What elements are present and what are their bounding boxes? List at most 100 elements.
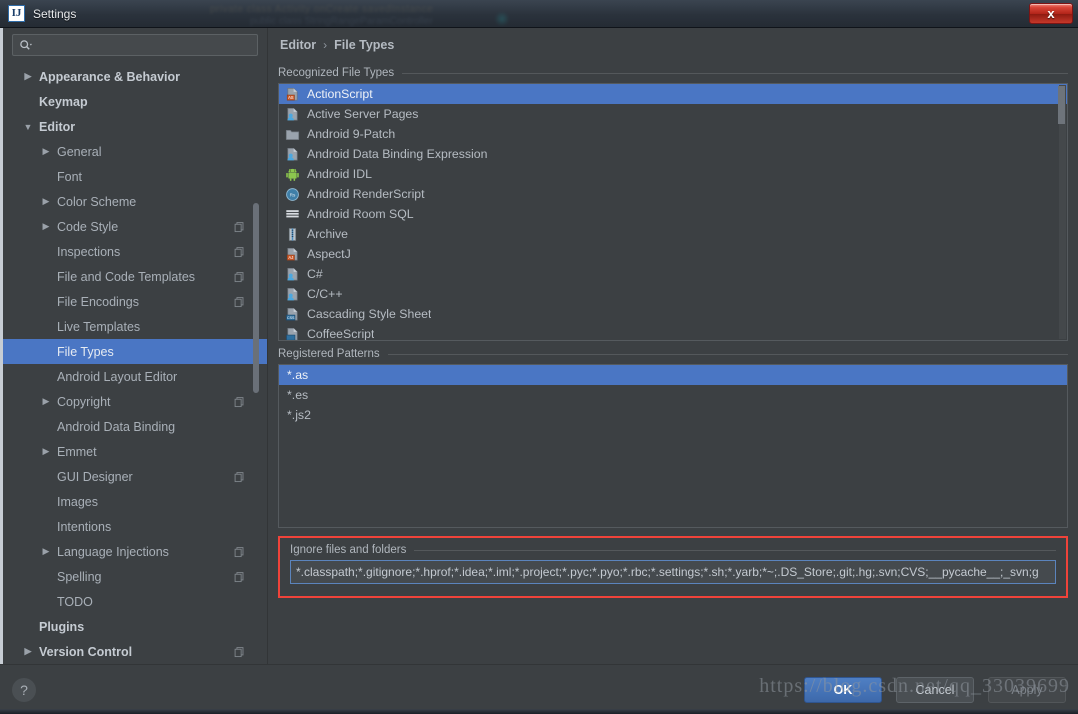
search-input[interactable] xyxy=(12,34,258,56)
project-scope-icon xyxy=(234,221,245,232)
breadcrumb-parent[interactable]: Editor xyxy=(280,38,316,52)
chevron-right-icon: ▶ xyxy=(21,71,35,82)
ignore-files-input[interactable]: *.classpath;*.gitignore;*.hprof;*.idea;*… xyxy=(290,560,1056,584)
file-type-row[interactable]: Archive xyxy=(279,224,1067,244)
recognized-file-types-title-row: Recognized File Types xyxy=(278,67,1068,79)
file-type-label: C# xyxy=(307,267,323,281)
chevron-down-icon: ▼ xyxy=(21,122,35,132)
close-icon[interactable]: x xyxy=(1029,3,1073,24)
file-type-row[interactable]: C# xyxy=(279,264,1067,284)
project-scope-icon xyxy=(234,271,245,282)
window-title: Settings xyxy=(33,7,76,21)
file-type-row[interactable]: Android IDL xyxy=(279,164,1067,184)
window-titlebar: IJ Settings x xyxy=(0,0,1078,28)
folder-icon xyxy=(285,127,300,142)
sidebar-item-android-data-binding[interactable]: Android Data Binding xyxy=(3,414,267,439)
generic-file-icon xyxy=(285,107,300,122)
android-robot-icon xyxy=(285,167,300,182)
file-type-label: Android Data Binding Expression xyxy=(307,147,487,161)
file-type-label: Active Server Pages xyxy=(307,107,418,121)
sidebar-item-label: Android Data Binding xyxy=(57,420,175,434)
file-type-row[interactable]: ASActionScript xyxy=(279,84,1067,104)
sidebar-item-intentions[interactable]: Intentions xyxy=(3,514,267,539)
sidebar-item-language-injections[interactable]: ▶Language Injections xyxy=(3,539,267,564)
sidebar-item-live-templates[interactable]: Live Templates xyxy=(3,314,267,339)
cancel-button[interactable]: Cancel xyxy=(896,677,974,703)
file-type-row[interactable]: C/C++ xyxy=(279,284,1067,304)
pattern-row[interactable]: *.es xyxy=(279,385,1067,405)
file-type-row[interactable]: Android Data Binding Expression xyxy=(279,144,1067,164)
file-types-scrollbar-thumb[interactable] xyxy=(1058,86,1065,124)
chevron-right-icon: ▶ xyxy=(39,221,53,232)
sidebar-item-todo[interactable]: TODO xyxy=(3,589,267,614)
help-button[interactable]: ? xyxy=(12,678,36,702)
sidebar-item-copyright[interactable]: ▶Copyright xyxy=(3,389,267,414)
pattern-row[interactable]: *.as xyxy=(279,365,1067,385)
sidebar-item-file-types[interactable]: File Types xyxy=(3,339,267,364)
sidebar-item-code-style[interactable]: ▶ Code Style xyxy=(3,214,267,239)
sidebar-item-emmet[interactable]: ▶Emmet xyxy=(3,439,267,464)
registered-patterns-toolbar: + — xyxy=(1072,348,1078,430)
sidebar-item-label: TODO xyxy=(57,595,93,609)
registered-patterns-group: Registered Patterns *.as*.es*.js2 + — xyxy=(278,348,1068,528)
file-type-row[interactable]: Active Server Pages xyxy=(279,104,1067,124)
sidebar-item-keymap[interactable]: Keymap xyxy=(3,89,267,114)
file-types-scrollbar[interactable] xyxy=(1059,85,1066,339)
apply-button[interactable]: Apply xyxy=(988,677,1066,703)
sidebar-item-font[interactable]: Font xyxy=(3,164,267,189)
file-type-row[interactable]: Android 9-Patch xyxy=(279,124,1067,144)
sidebar-item-label: Appearance & Behavior xyxy=(39,70,180,84)
sidebar-item-color-scheme[interactable]: ▶Color Scheme xyxy=(3,189,267,214)
sidebar-item-images[interactable]: Images xyxy=(3,489,267,514)
pattern-label: *.as xyxy=(287,368,308,382)
chevron-right-icon: ▶ xyxy=(21,646,35,657)
sidebar-item-general[interactable]: ▶General xyxy=(3,139,267,164)
file-type-label: CoffeeScript xyxy=(307,327,374,340)
file-type-label: ActionScript xyxy=(307,87,373,101)
sidebar-item-file-encodings[interactable]: File Encodings xyxy=(3,289,267,314)
sidebar-scrollbar[interactable] xyxy=(257,58,263,662)
file-type-row[interactable]: CSSCascading Style Sheet xyxy=(279,304,1067,324)
title-divider xyxy=(388,354,1068,355)
pattern-row[interactable]: *.js2 xyxy=(279,405,1067,425)
file-type-label: Android 9-Patch xyxy=(307,127,395,141)
recognized-file-types-list[interactable]: ASActionScript Active Server Pages Android… xyxy=(278,83,1068,341)
ignore-title-row: Ignore files and folders xyxy=(290,544,1056,556)
screen-root: private class Activity onCreate savedIns… xyxy=(0,0,1078,714)
svg-text:AJ: AJ xyxy=(288,255,293,260)
sidebar-item-plugins[interactable]: Plugins xyxy=(3,614,267,639)
sidebar-item-label: Language Injections xyxy=(57,545,169,559)
ignore-files-section: Ignore files and folders *.classpath;*.g… xyxy=(278,536,1068,598)
coffee-file-icon xyxy=(285,327,300,341)
sidebar-item-inspections[interactable]: Inspections xyxy=(3,239,267,264)
ok-button[interactable]: OK xyxy=(804,677,882,703)
generic-file-icon xyxy=(285,147,300,162)
file-type-row[interactable]: AJAspectJ xyxy=(279,244,1067,264)
sidebar-item-appearance-behavior[interactable]: ▶ Appearance & Behavior xyxy=(3,64,267,89)
file-type-row[interactable]: Android Room SQL xyxy=(279,204,1067,224)
chevron-right-icon: ▶ xyxy=(39,446,53,457)
sidebar-item-label: General xyxy=(57,145,101,159)
sidebar-item-label: Code Style xyxy=(57,220,118,234)
sidebar-item-label: File Types xyxy=(57,345,114,359)
sidebar-item-version-control[interactable]: ▶Version Control xyxy=(3,639,267,664)
sidebar-item-label: Font xyxy=(57,170,82,184)
registered-patterns-list[interactable]: *.as *.es*.js2 xyxy=(278,364,1068,528)
sidebar-item-label: Copyright xyxy=(57,395,111,409)
file-type-label: C/C++ xyxy=(307,287,343,301)
sidebar-scrollbar-thumb[interactable] xyxy=(253,203,259,393)
sidebar-item-editor[interactable]: ▼Editor xyxy=(3,114,267,139)
file-type-row[interactable]: CoffeeScript xyxy=(279,324,1067,340)
sidebar-item-spelling[interactable]: Spelling xyxy=(3,564,267,589)
sidebar-item-file-and-code-templates[interactable]: File and Code Templates xyxy=(3,264,267,289)
dialog-footer: ? OK Cancel Apply xyxy=(0,664,1078,714)
project-scope-icon xyxy=(234,246,245,257)
dialog-body: ▶Appearance & BehaviorKeymap▼Editor▶Gene… xyxy=(0,28,1078,664)
settings-tree[interactable]: ▶Appearance & BehaviorKeymap▼Editor▶Gene… xyxy=(3,64,267,664)
ignore-files-value: *.classpath;*.gitignore;*.hprof;*.idea;*… xyxy=(296,565,1039,579)
file-type-row[interactable]: RsAndroid RenderScript xyxy=(279,184,1067,204)
sidebar-item-label: File and Code Templates xyxy=(57,270,195,284)
sidebar-item-gui-designer[interactable]: GUI Designer xyxy=(3,464,267,489)
sidebar-item-android-layout-editor[interactable]: Android Layout Editor xyxy=(3,364,267,389)
file-type-label: Archive xyxy=(307,227,348,241)
